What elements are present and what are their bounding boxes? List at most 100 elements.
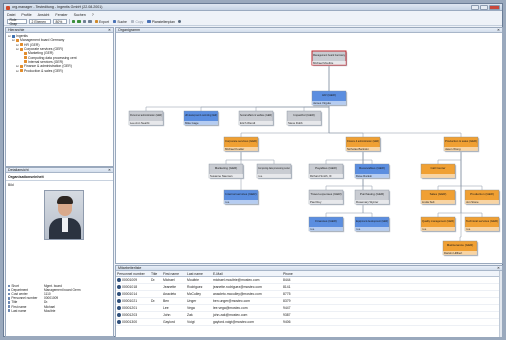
cell-text: Anacleto (163, 292, 177, 297)
vertical-scrollbar[interactable] (499, 271, 502, 337)
org-unit-icon (16, 38, 19, 42)
box-person: n.a. (310, 227, 315, 231)
expander-icon[interactable]: ⊟ (12, 38, 15, 42)
org-unit-box[interactable]: Sales (GER) Linda Sult (420, 189, 457, 206)
table-cell: McCulley (186, 290, 212, 299)
menu-fenster[interactable]: Fenster (55, 13, 67, 17)
cell-text: Unger (187, 299, 197, 304)
box-title: Receivables (GER) (359, 166, 385, 170)
levels-combo[interactable]: 2 Ebenen (29, 19, 51, 24)
org-unit-box[interactable]: Management board Germany Michael Moultrie (311, 50, 348, 67)
print-icon[interactable] (82, 19, 86, 24)
copy-button[interactable]: Copy (130, 19, 144, 24)
org-unit-icon (24, 51, 27, 55)
search-button[interactable]: Suche (112, 19, 128, 24)
orgchart-canvas[interactable]: Management board Germany Michael Moultrie… (116, 33, 502, 263)
menu-profile[interactable]: Profile (21, 13, 31, 17)
org-unit-icon (20, 43, 23, 47)
panel-close-icon[interactable]: ✕ (497, 266, 500, 270)
org-unit-box[interactable]: Corporate services (GER) Michael Koeller (223, 136, 260, 153)
help-icon[interactable] (177, 19, 182, 24)
org-unit-box[interactable]: HR (GER) James Virgula (311, 90, 348, 107)
table-cell: 9406 (282, 318, 304, 327)
profile-combo[interactable]: Role Grap (7, 18, 27, 26)
expander-icon[interactable]: ⊟ (8, 34, 11, 38)
org-unit-box[interactable]: Equipment development (GER) n.a. (354, 216, 391, 233)
table-cell: Unger (186, 297, 212, 306)
close-button[interactable] (489, 5, 500, 10)
box-person: n.a. (225, 200, 230, 204)
minimize-button[interactable] (471, 5, 479, 10)
cell-text: 00001009 (122, 278, 138, 283)
org-unit-box[interactable]: Maintenance (GER) Darwin Hillbert (442, 240, 479, 257)
table-row[interactable]: 00001021 Dr. Ben Unger ben.unger@mostec.com 8… (116, 297, 502, 306)
org-unit-box[interactable]: Finances (GER)n.a. (308, 216, 345, 233)
expander-icon[interactable]: ⊟ (16, 47, 19, 51)
table-cell: Rodriguez (186, 283, 212, 292)
org-unit-box[interactable]: Impactful (GER) Steve Dobb (286, 110, 323, 127)
table-row[interactable]: 00001300 Gaylord Voigt gaylord.voigt@mostec… (116, 318, 502, 327)
org-unit-box[interactable]: Payables (GER) Richard Smith, III (308, 163, 345, 180)
table-cell: Michael (162, 276, 186, 285)
org-unit-icon (24, 60, 27, 64)
table-row[interactable]: 00001014 Anacleto McCulley anacleto.mcculle… (116, 290, 502, 299)
maximize-button[interactable] (480, 5, 488, 10)
zoom-combo[interactable]: 80% (53, 19, 67, 24)
panel-close-icon[interactable]: ✕ (497, 28, 500, 32)
connector-line (459, 151, 462, 241)
expander-icon[interactable]: ⊟ (16, 69, 19, 73)
preview-icon[interactable] (88, 19, 92, 24)
property-key: Last name (8, 309, 44, 313)
tree-node[interactable]: ⊟ Production & sales (GER) (8, 68, 111, 73)
table-row[interactable]: 00001203 John Zak john.zak@mostec.com 9387 (116, 311, 502, 320)
org-unit-icon (20, 47, 23, 51)
org-unit-box[interactable]: Personnel administration (GER) Lee Ann Ne… (128, 110, 165, 127)
export-label: Export (99, 19, 109, 24)
toolbar-separator (69, 19, 70, 24)
box-title: Technical services (GER) (466, 219, 498, 223)
table-row[interactable]: 00001018 Jeanette Rodriguez jeanette.rodrig… (116, 283, 502, 292)
org-unit-box[interactable]: Computing data processing center n.a. (256, 163, 293, 180)
menu-ansicht[interactable]: Ansicht (38, 13, 50, 17)
back-icon[interactable] (71, 19, 75, 24)
menu-datei[interactable]: Datei (7, 13, 15, 17)
table-row[interactable]: 00001201 Lee Vega lee.vega@mostec.com 9447 (116, 304, 502, 313)
template-button[interactable]: Planstellenplan (146, 19, 176, 24)
org-unit-box[interactable]: Technical services (GER) n.a. (464, 216, 501, 233)
table-cell: 00001009 (116, 276, 150, 285)
box-person: Linda Sult (422, 200, 435, 204)
image-label: Bild (8, 183, 14, 187)
org-unit-box[interactable]: Quality management (GER) n.a. (420, 216, 457, 233)
box-title: HR development & controlling (GER) (185, 113, 217, 117)
box-title: Personnel administration (GER) (130, 113, 162, 117)
cell-text: 00001018 (122, 285, 138, 290)
org-unit-box[interactable]: Production & sales (GER) Jason Wong (443, 136, 480, 153)
menu-help[interactable]: ? (92, 13, 94, 17)
title-bar: org.manager - Testeditung - Ingentis Gmb… (4, 4, 502, 11)
export-button[interactable]: Export (94, 19, 110, 24)
table-row[interactable]: 00001009 Dr. Michael Moultrie michael.moultr… (116, 276, 502, 285)
table-cell: michael.moultrie@mostec.com (212, 276, 282, 285)
org-unit-box[interactable]: Purchasing (GER) Rosemary Wynter (354, 189, 391, 206)
box-title: Finance & administration (GER) (347, 139, 379, 143)
forward-icon[interactable] (77, 19, 81, 24)
cell-text: 00001021 (122, 299, 138, 304)
panel-close-icon[interactable]: ✕ (108, 168, 111, 172)
org-unit-box[interactable]: Finance & administration (GER) Nicholas B… (345, 136, 382, 153)
hierarchy-title: Hierarchie (8, 28, 25, 32)
org-unit-box[interactable]: HR development & controlling (GER) Mike G… (183, 110, 220, 127)
org-unit-box[interactable]: Receivables (GER) Dave Rankin (354, 163, 391, 180)
employee-panel: Mitarbeiterliste ✕ Personnel number Title… (115, 265, 503, 338)
menu-suchen[interactable]: Suchen (74, 13, 86, 17)
org-unit-box[interactable]: Marketing (GER) Susanne Nauman (208, 163, 245, 180)
org-unit-box[interactable]: Production (GER) Jon Stone (464, 189, 501, 206)
property-value: Moultrie (44, 308, 56, 313)
org-unit-box[interactable]: Internal services (GER) n.a. (223, 189, 260, 206)
org-unit-box[interactable]: Call Center (420, 163, 457, 180)
org-unit-box[interactable]: Social affairs & welfare (GER) Erich Wend… (238, 110, 275, 127)
cell-text: lee.vega@mostec.com (213, 306, 248, 311)
panel-pin-icon[interactable]: ✕ (108, 28, 111, 32)
org-unit-box[interactable]: Travel expenses (GER) Paul Rey (308, 189, 345, 206)
property-row: Last name Moultrie (8, 309, 113, 313)
table-cell: lee.vega@mostec.com (212, 304, 282, 313)
